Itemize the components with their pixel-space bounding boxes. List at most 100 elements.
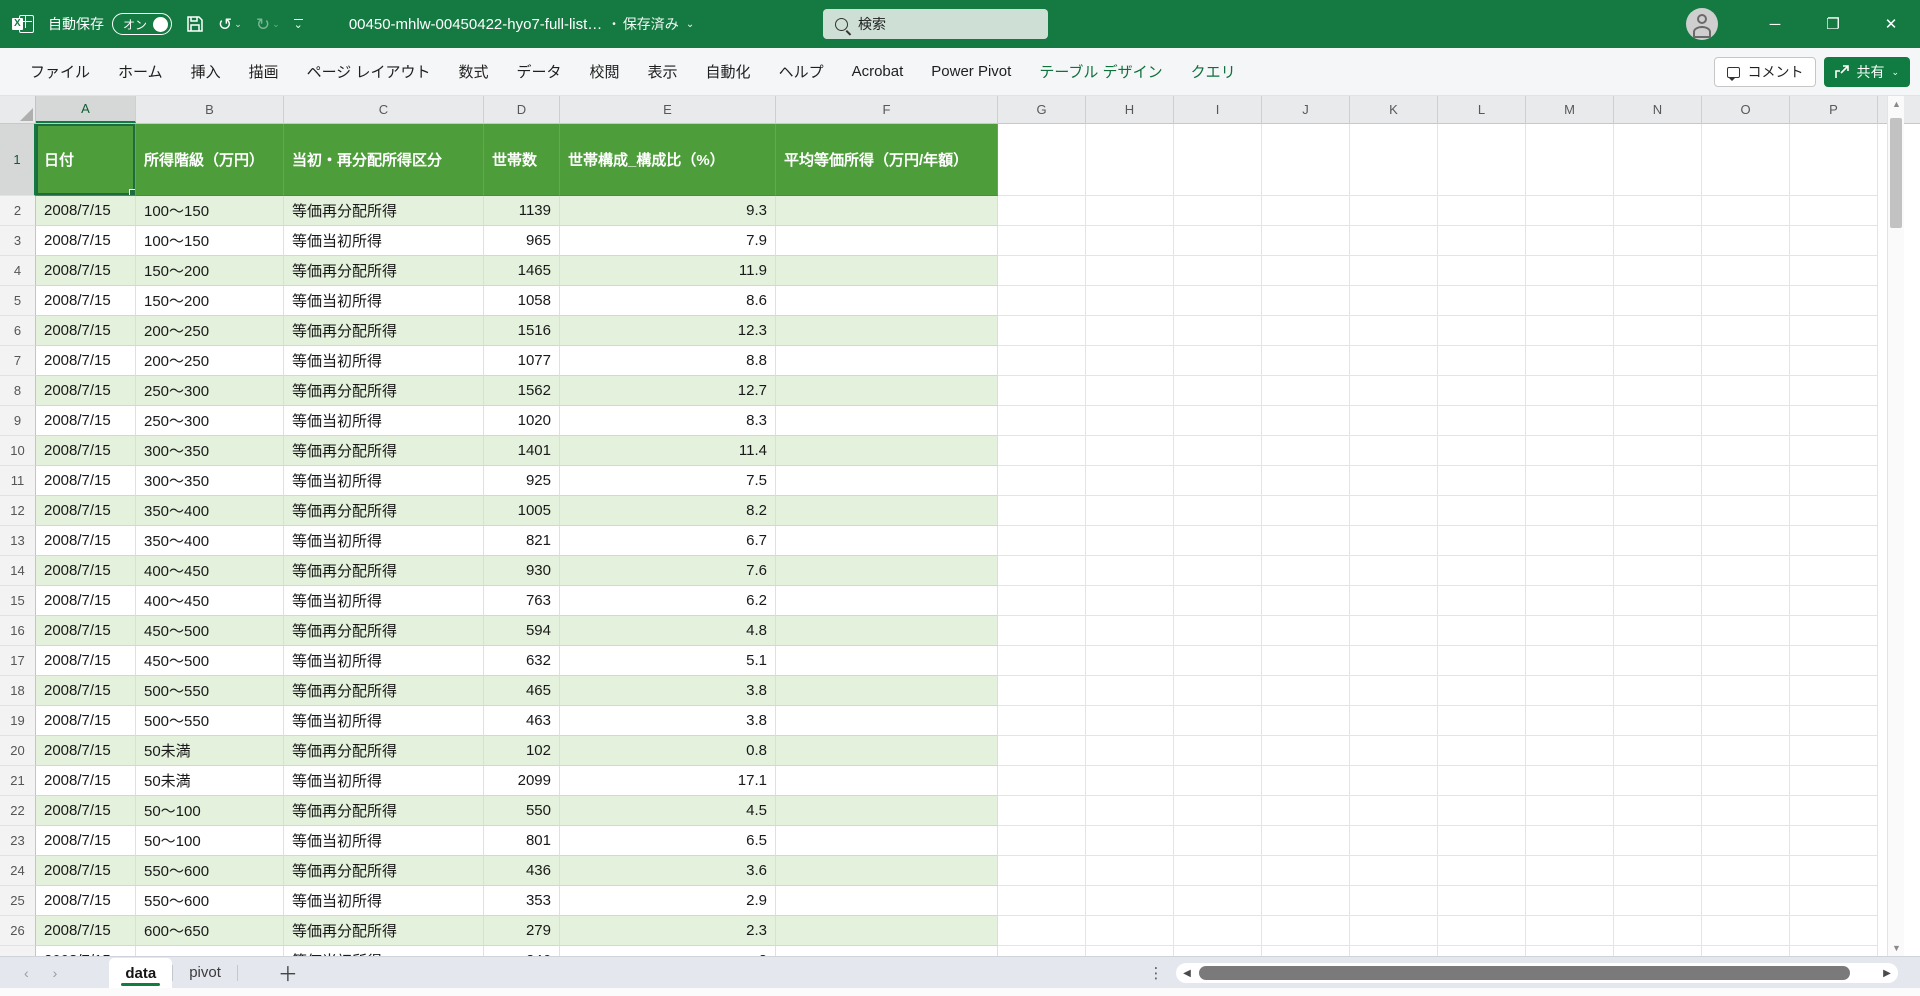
cell-avg-income-F13[interactable]: [776, 526, 998, 556]
empty-cell-P3[interactable]: [1790, 226, 1878, 256]
empty-cell-L25[interactable]: [1438, 886, 1526, 916]
empty-cell-G24[interactable]: [998, 856, 1086, 886]
cell-households-D6[interactable]: 1516: [484, 316, 560, 346]
column-header-P[interactable]: P: [1790, 96, 1878, 123]
empty-cell-H22[interactable]: [1086, 796, 1174, 826]
empty-cell-H6[interactable]: [1086, 316, 1174, 346]
empty-cell-N22[interactable]: [1614, 796, 1702, 826]
empty-cell-J6[interactable]: [1262, 316, 1350, 346]
cell-date-A2[interactable]: 2008/7/15: [36, 196, 136, 226]
empty-cell-G14[interactable]: [998, 556, 1086, 586]
column-header-D[interactable]: D: [484, 96, 560, 123]
empty-cell-H20[interactable]: [1086, 736, 1174, 766]
cell-pct-E19[interactable]: 3.8: [560, 706, 776, 736]
cell-income-class-B14[interactable]: 400～450: [136, 556, 284, 586]
cell-pct-E20[interactable]: 0.8: [560, 736, 776, 766]
empty-cell-M7[interactable]: [1526, 346, 1614, 376]
empty-cell-K5[interactable]: [1350, 286, 1438, 316]
cell-households-D5[interactable]: 1058: [484, 286, 560, 316]
empty-cell-J21[interactable]: [1262, 766, 1350, 796]
empty-cell-G6[interactable]: [998, 316, 1086, 346]
cell-avg-income-F27[interactable]: [776, 946, 998, 956]
cell-date-A24[interactable]: 2008/7/15: [36, 856, 136, 886]
empty-cell-J17[interactable]: [1262, 646, 1350, 676]
cell-income-class-B7[interactable]: 200～250: [136, 346, 284, 376]
cell-avg-income-F2[interactable]: [776, 196, 998, 226]
cell-avg-income-F20[interactable]: [776, 736, 998, 766]
cell-pct-E16[interactable]: 4.8: [560, 616, 776, 646]
cell-income-class-B27[interactable]: 600～650: [136, 946, 284, 956]
cell-income-class-B24[interactable]: 550～600: [136, 856, 284, 886]
cell-category-C2[interactable]: 等価再分配所得: [284, 196, 484, 226]
empty-cell-H9[interactable]: [1086, 406, 1174, 436]
cell-pct-E18[interactable]: 3.8: [560, 676, 776, 706]
empty-cell-K3[interactable]: [1350, 226, 1438, 256]
empty-cell-N26[interactable]: [1614, 916, 1702, 946]
ribbon-tab-校閲[interactable]: 校閲: [576, 53, 634, 90]
empty-cell-H11[interactable]: [1086, 466, 1174, 496]
empty-cell-I8[interactable]: [1174, 376, 1262, 406]
cell-date-A14[interactable]: 2008/7/15: [36, 556, 136, 586]
empty-cell-N12[interactable]: [1614, 496, 1702, 526]
cell-income-class-B20[interactable]: 50未満: [136, 736, 284, 766]
cell-pct-E24[interactable]: 3.6: [560, 856, 776, 886]
empty-cell-M21[interactable]: [1526, 766, 1614, 796]
column-header-K[interactable]: K: [1350, 96, 1438, 123]
empty-cell-O6[interactable]: [1702, 316, 1790, 346]
empty-cell-K18[interactable]: [1350, 676, 1438, 706]
empty-cell-P24[interactable]: [1790, 856, 1878, 886]
row-header-16[interactable]: 16: [0, 616, 36, 646]
cell-category-C16[interactable]: 等価再分配所得: [284, 616, 484, 646]
cell-households-D26[interactable]: 279: [484, 916, 560, 946]
cell-date-A7[interactable]: 2008/7/15: [36, 346, 136, 376]
cell-income-class-B15[interactable]: 400～450: [136, 586, 284, 616]
empty-cell-N4[interactable]: [1614, 256, 1702, 286]
select-all-corner[interactable]: [0, 96, 36, 123]
row-header-21[interactable]: 21: [0, 766, 36, 796]
quick-access-collapse-icon[interactable]: ⌄: [293, 18, 303, 30]
empty-cell-O13[interactable]: [1702, 526, 1790, 556]
empty-cell-N17[interactable]: [1614, 646, 1702, 676]
empty-cell-H3[interactable]: [1086, 226, 1174, 256]
ribbon-tab-数式[interactable]: 数式: [444, 53, 502, 90]
table-header-cell-A1[interactable]: 日付: [36, 124, 136, 196]
ribbon-tab-表示[interactable]: 表示: [634, 53, 692, 90]
ribbon-tab-挿入[interactable]: 挿入: [177, 53, 235, 90]
empty-cell-I19[interactable]: [1174, 706, 1262, 736]
empty-cell-P1[interactable]: [1790, 124, 1878, 196]
cell-pct-E3[interactable]: 7.9: [560, 226, 776, 256]
cell-pct-E6[interactable]: 12.3: [560, 316, 776, 346]
empty-cell-O19[interactable]: [1702, 706, 1790, 736]
empty-cell-H13[interactable]: [1086, 526, 1174, 556]
cell-households-D23[interactable]: 801: [484, 826, 560, 856]
empty-cell-G15[interactable]: [998, 586, 1086, 616]
cell-income-class-B16[interactable]: 450～500: [136, 616, 284, 646]
empty-cell-I23[interactable]: [1174, 826, 1262, 856]
cell-date-A8[interactable]: 2008/7/15: [36, 376, 136, 406]
empty-cell-P27[interactable]: [1790, 946, 1878, 956]
cell-income-class-B22[interactable]: 50～100: [136, 796, 284, 826]
empty-cell-H8[interactable]: [1086, 376, 1174, 406]
empty-cell-O20[interactable]: [1702, 736, 1790, 766]
row-header-12[interactable]: 12: [0, 496, 36, 526]
empty-cell-K23[interactable]: [1350, 826, 1438, 856]
cell-date-A3[interactable]: 2008/7/15: [36, 226, 136, 256]
empty-cell-O12[interactable]: [1702, 496, 1790, 526]
document-title[interactable]: 00450-mhlw-00450422-hyo7-full-list…: [349, 16, 602, 33]
cell-households-D22[interactable]: 550: [484, 796, 560, 826]
cell-avg-income-F17[interactable]: [776, 646, 998, 676]
empty-cell-M23[interactable]: [1526, 826, 1614, 856]
empty-cell-M18[interactable]: [1526, 676, 1614, 706]
ribbon-tab-クエリ[interactable]: クエリ: [1177, 53, 1250, 90]
cell-date-A21[interactable]: 2008/7/15: [36, 766, 136, 796]
empty-cell-O27[interactable]: [1702, 946, 1790, 956]
minimize-button[interactable]: ─: [1746, 0, 1804, 48]
column-header-O[interactable]: O: [1702, 96, 1790, 123]
empty-cell-M17[interactable]: [1526, 646, 1614, 676]
cell-category-C9[interactable]: 等価当初所得: [284, 406, 484, 436]
cell-avg-income-F3[interactable]: [776, 226, 998, 256]
empty-cell-N10[interactable]: [1614, 436, 1702, 466]
cell-income-class-B11[interactable]: 300～350: [136, 466, 284, 496]
cell-income-class-B3[interactable]: 100～150: [136, 226, 284, 256]
empty-cell-I22[interactable]: [1174, 796, 1262, 826]
